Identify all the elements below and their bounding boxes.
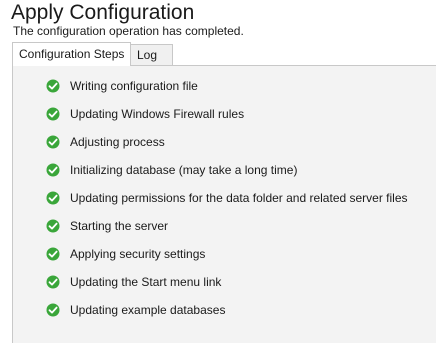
step-label: Writing configuration file — [70, 79, 198, 93]
step-label: Updating Windows Firewall rules — [70, 107, 245, 121]
check-circle-icon — [46, 303, 60, 317]
tab-log[interactable]: Log — [131, 44, 173, 65]
step-label: Updating permissions for the data folder… — [70, 191, 408, 205]
step-label: Applying security settings — [70, 247, 206, 261]
check-circle-icon — [46, 107, 60, 121]
check-circle-icon — [46, 135, 60, 149]
step-label: Updating example databases — [70, 303, 226, 317]
step-item: Updating the Start menu link — [46, 273, 221, 291]
check-circle-icon — [46, 275, 60, 289]
tab-configuration-steps[interactable]: Configuration Steps — [12, 42, 131, 66]
step-item: Initializing database (may take a long t… — [46, 161, 297, 179]
step-label: Initializing database (may take a long t… — [70, 163, 298, 177]
step-item: Writing configuration file — [46, 77, 198, 95]
step-item: Updating permissions for the data folder… — [46, 189, 408, 207]
status-message: The configuration operation has complete… — [13, 24, 244, 38]
page-title: Apply Configuration — [11, 1, 195, 24]
check-circle-icon — [46, 219, 60, 233]
check-circle-icon — [46, 79, 60, 93]
check-circle-icon — [46, 163, 60, 177]
step-item: Adjusting process — [46, 133, 165, 151]
check-circle-icon — [46, 191, 60, 205]
tab-bar: Configuration Steps Log — [12, 42, 436, 66]
step-item: Starting the server — [46, 217, 168, 235]
step-label: Updating the Start menu link — [70, 275, 222, 289]
step-item: Applying security settings — [46, 245, 205, 263]
step-label: Adjusting process — [70, 135, 165, 149]
check-circle-icon — [46, 247, 60, 261]
step-item: Updating example databases — [46, 301, 225, 319]
configuration-steps-panel: Writing configuration file Updating Wind… — [12, 65, 436, 343]
step-label: Starting the server — [70, 219, 169, 233]
step-item: Updating Windows Firewall rules — [46, 105, 244, 123]
